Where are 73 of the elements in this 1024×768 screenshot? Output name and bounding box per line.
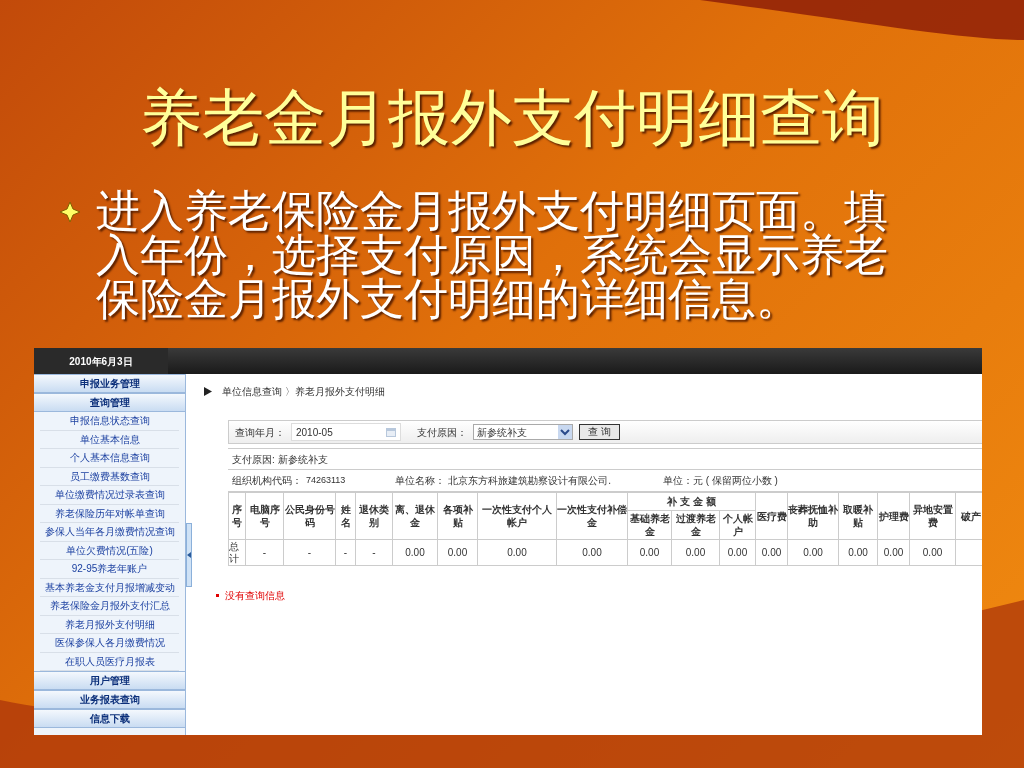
query-button[interactable]: 查 询: [579, 424, 620, 440]
table-cell: -: [335, 539, 356, 566]
date-text: 2010年6月3日: [69, 354, 133, 369]
column-header: 取暖补贴: [838, 492, 878, 540]
column-header: 公民身份号码: [283, 492, 336, 540]
column-header: 异地安置费: [909, 492, 956, 540]
month-field[interactable]: 2010-05: [291, 423, 401, 441]
payment-reason: 支付原因: 新参统补支: [228, 448, 982, 470]
sidebar-item[interactable]: 员工缴费基数查询: [40, 467, 179, 486]
breadcrumb: 单位信息查询 〉养老月报外支付明细: [222, 384, 385, 399]
table-cell: 0.00: [392, 539, 438, 566]
column-header: 个人帐户: [719, 510, 756, 540]
unit-name: 单位名称： 北京东方科旅建筑勘察设计有限公司.: [395, 474, 611, 488]
sidebar-section[interactable]: 查询管理: [34, 393, 185, 412]
reason-label: 支付原因：: [417, 425, 467, 440]
table-cell: 0.00: [787, 539, 839, 566]
table-cell: 0.00: [671, 539, 720, 566]
collapse-handle[interactable]: [186, 522, 192, 587]
table-cell: -: [355, 539, 393, 566]
sidebar-item[interactable]: 养老月报外支付明细: [40, 615, 179, 634]
column-header: 医疗费: [755, 492, 788, 540]
sidebar-section[interactable]: 申报业务管理: [34, 374, 185, 393]
column-header: 破产: [955, 492, 982, 540]
column-header: 电脑序号: [245, 492, 284, 540]
sidebar-item[interactable]: 基本养老金支付月报增减变动: [40, 578, 179, 597]
column-header: 各项补贴: [437, 492, 478, 540]
column-header: 补 支 金 额: [627, 492, 756, 511]
sidebar-item[interactable]: 医保参保人各月缴费情况: [40, 634, 179, 653]
bullet-text: 进入养老保险金月报外支付明细页面。填入年份，选择支付原因，系统会显示养老保险金月报外支付明细的详细信息。: [96, 190, 889, 322]
error-message: 没有查询信息: [225, 589, 285, 603]
org-code-label: 组织机构代码：: [232, 474, 302, 488]
column-header: 护理费: [877, 492, 910, 540]
diamond-bullet-icon: [60, 202, 80, 222]
column-header: 退休类别: [355, 492, 393, 540]
sidebar-section[interactable]: 用户管理: [34, 671, 185, 690]
column-header: 一次性支付补偿金: [556, 492, 628, 540]
sidebar-item[interactable]: 单位基本信息: [40, 430, 179, 449]
sidebar-item[interactable]: 参保人当年各月缴费情况查询: [40, 523, 179, 542]
table-cell: -: [245, 539, 284, 566]
table-cell: 0.00: [556, 539, 628, 566]
sidebar-section[interactable]: 业务报表查询: [34, 690, 185, 709]
column-header: 序号: [228, 492, 246, 540]
sidebar-item[interactable]: 92-95养老年账户: [40, 560, 179, 579]
table-cell: 总计: [228, 539, 246, 566]
reason-dropdown[interactable]: 新参统补支: [473, 424, 573, 440]
sidebar-item[interactable]: 个人基本信息查询: [40, 449, 179, 468]
sidebar-item[interactable]: 养老保险历年对帐单查询: [40, 504, 179, 523]
column-header: 过渡养老金: [671, 510, 720, 540]
chevron-down-icon: [558, 425, 572, 439]
table-cell: 0.00: [627, 539, 672, 566]
table-cell: 0.00: [909, 539, 956, 566]
table-cell: 0.00: [838, 539, 878, 566]
column-header: 基础养老金: [627, 510, 672, 540]
slide-title: 养老金月报外支付明细查询: [139, 86, 885, 150]
sidebar-item[interactable]: 申报信息状态查询: [40, 412, 179, 431]
table-cell: -: [283, 539, 336, 566]
sidebar-item[interactable]: 养老保险金月报外支付汇总: [40, 597, 179, 616]
table-cell: 0.00: [477, 539, 557, 566]
table-cell: 0.00: [437, 539, 478, 566]
table-cell: 0.00: [755, 539, 788, 566]
month-label: 查询年月：: [235, 425, 285, 440]
sidebar-item[interactable]: 单位缴费情况过录表查询: [40, 486, 179, 505]
sidebar-section[interactable]: 信息下载: [34, 709, 185, 728]
column-header: 离、退休金: [392, 492, 438, 540]
sidebar-item[interactable]: 单位欠费情况(五险): [40, 541, 179, 560]
column-header: 丧葬抚恤补助: [787, 492, 839, 540]
currency-unit: 单位：元 ( 保留两位小数 ): [662, 474, 778, 488]
org-code: 74263113: [306, 473, 346, 487]
column-header: 姓名: [335, 492, 356, 540]
table-cell: 0.00: [719, 539, 756, 566]
play-icon: [204, 386, 212, 396]
column-header: 一次性支付个人帐户: [477, 492, 557, 540]
table-cell: 0.00: [877, 539, 910, 566]
